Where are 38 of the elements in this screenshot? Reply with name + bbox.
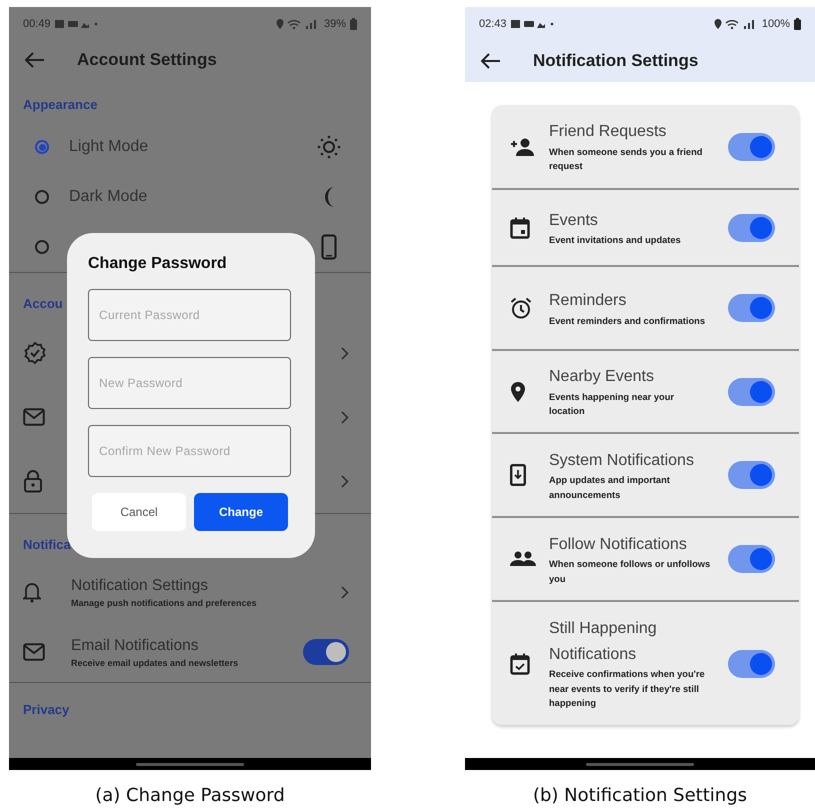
setting-description: App updates and important announcements [549, 474, 671, 502]
password-field[interactable]: Current Password [88, 289, 291, 341]
setting-title: Nearby Events [549, 367, 655, 388]
change-button[interactable]: Change [194, 493, 288, 531]
setting-description: When someone sends you a friend request [549, 146, 704, 174]
section-header: Accou [23, 296, 63, 311]
setting-description: When someone follows or unfollows you [549, 558, 711, 586]
setting-description: Manage push notifications and preferences [71, 598, 258, 608]
figure-caption: (a) Change Password [95, 785, 285, 806]
section-header: Notifica [23, 537, 71, 552]
section-header: Appearance [23, 97, 98, 112]
status-time: 00:49 [23, 18, 51, 30]
setting-title: System Notifications [549, 450, 695, 471]
password-field[interactable]: Confirm New Password [88, 425, 291, 477]
status-time: 02:43 [479, 18, 507, 30]
password-field[interactable]: New Password [88, 357, 291, 409]
section-header: Privacy [23, 702, 70, 717]
setting-description: Receive confirmations when you're near events to verify if they're still happening [549, 668, 706, 710]
dialog-title: Change Password [88, 255, 227, 272]
setting-description: Event invitations and updates [549, 234, 682, 248]
screen-title: Notification Settings [533, 51, 698, 71]
battery-percentage: 100% [762, 18, 790, 30]
setting-description: Event reminders and confirmations [549, 314, 706, 328]
setting-description: Receive email updates and newsletters [71, 658, 240, 668]
radio-label: Light Mode [69, 138, 148, 155]
figure-caption: (b) Notification Settings [532, 785, 748, 806]
screen-title: Account Settings [77, 50, 217, 70]
setting-description: Events happening near your location [549, 390, 676, 418]
setting-title: Still Happening Notifications [549, 619, 658, 665]
setting-title: Events [549, 210, 599, 230]
battery-percentage: 39% [324, 18, 346, 30]
setting-title: Notification Settings [71, 576, 209, 594]
setting-title: Friend Requests [549, 122, 668, 142]
cancel-button[interactable]: Cancel [92, 493, 186, 531]
radio-label: Dark Mode [69, 188, 148, 205]
setting-title: Reminders [549, 291, 628, 311]
setting-title: Follow Notifications [549, 534, 688, 555]
setting-title: Email Notifications [71, 636, 200, 654]
